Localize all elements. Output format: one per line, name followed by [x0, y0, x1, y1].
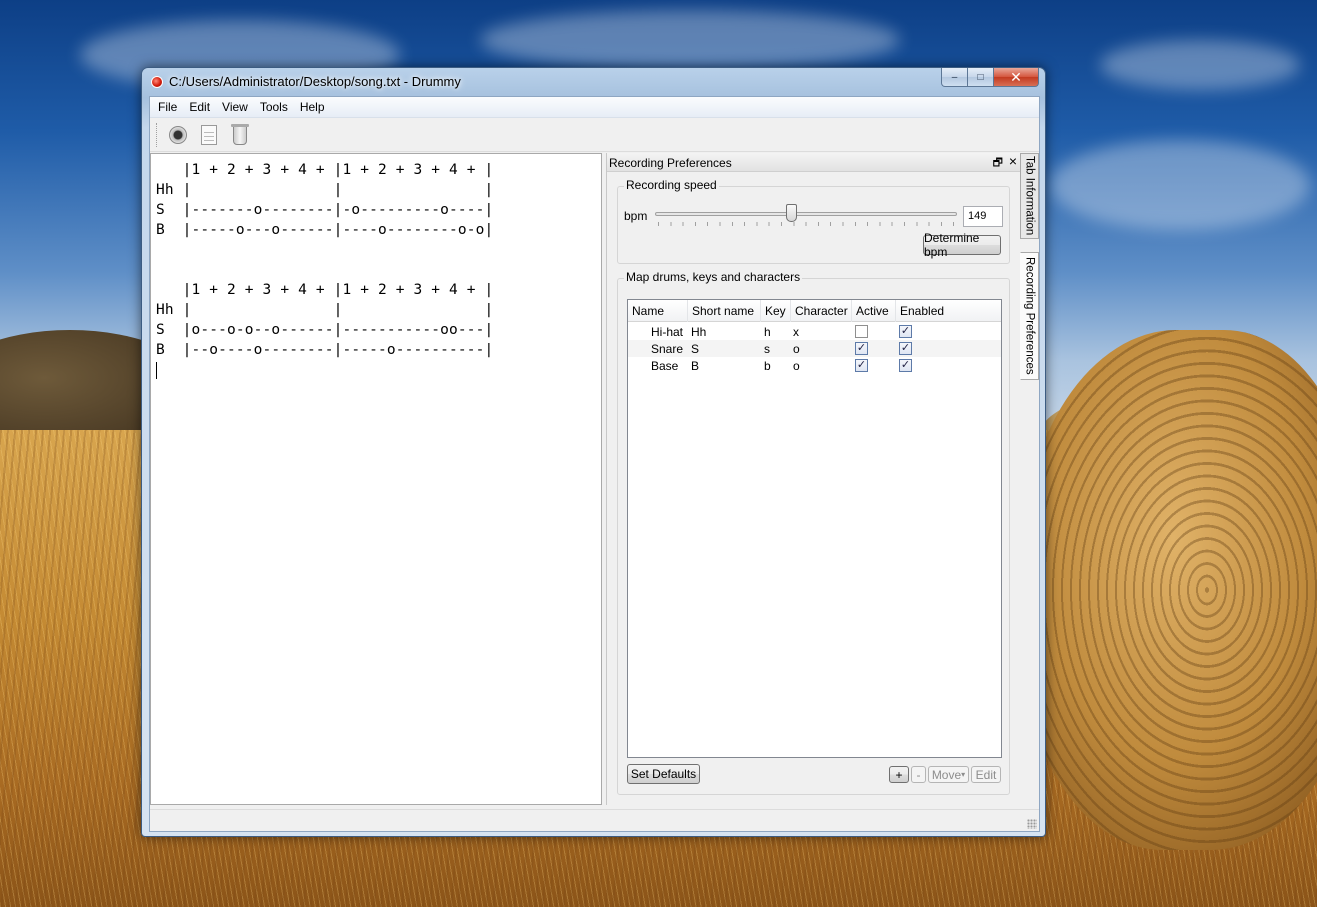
record-button[interactable]	[165, 122, 191, 148]
bpm-input[interactable]: 149	[963, 206, 1003, 227]
group-label: Recording speed	[624, 178, 719, 192]
tab-editor[interactable]: |1 + 2 + 3 + 4 + |1 + 2 + 3 + 4 + | Hh |…	[150, 153, 602, 805]
minimize-button[interactable]: –	[941, 68, 968, 87]
column-header[interactable]: Name	[628, 300, 688, 322]
dock-title: Recording Preferences	[609, 156, 732, 170]
active-checkbox[interactable]: ✓	[855, 359, 868, 372]
dock-close-icon[interactable]: ×	[1009, 153, 1017, 169]
cell-character: o	[793, 342, 800, 356]
set-defaults-button[interactable]: Set Defaults	[627, 764, 700, 784]
column-header[interactable]: Enabled	[896, 300, 1001, 322]
cell-character: o	[793, 359, 800, 373]
menu-edit[interactable]: Edit	[183, 98, 216, 116]
hay-bale	[1020, 330, 1317, 850]
bpm-slider-track[interactable]	[655, 212, 957, 216]
trash-icon	[231, 124, 249, 145]
column-header[interactable]: Key	[761, 300, 791, 322]
dock-title-bar[interactable]: Recording Preferences 🗗 ×	[607, 153, 1021, 172]
group-label: Map drums, keys and characters	[624, 270, 803, 284]
editor-line: Hh | | |	[156, 302, 494, 318]
move-button[interactable]: Move ▾	[928, 766, 969, 783]
table-header: Name Short name Key Character Active Ena…	[628, 300, 1001, 322]
active-checkbox[interactable]: ✓	[855, 342, 868, 355]
remove-row-button[interactable]: -	[911, 766, 926, 783]
app-icon[interactable]	[151, 76, 163, 88]
recording-preferences-dock: Recording Preferences 🗗 × Recording spee…	[606, 153, 1021, 805]
document-icon	[201, 125, 217, 145]
table-row[interactable]: Base B b o ✓ ✓	[628, 357, 1001, 374]
close-button[interactable]: ✕	[994, 68, 1039, 87]
size-grip[interactable]	[1027, 819, 1037, 829]
delete-button[interactable]	[227, 122, 253, 148]
editor-line: S |-------o--------|-o---------o----|	[156, 202, 494, 218]
cell-short-name: S	[691, 342, 700, 356]
text-caret	[156, 361, 157, 379]
editor-line: |1 + 2 + 3 + 4 + |1 + 2 + 3 + 4 + |	[156, 162, 494, 178]
menu-file[interactable]: File	[152, 98, 183, 116]
title-bar[interactable]: C:/Users/Administrator/Desktop/song.txt …	[142, 68, 1045, 95]
editor-line: B |-----o---o------|----o--------o-o|	[156, 222, 494, 238]
column-header[interactable]: Short name	[688, 300, 761, 322]
enabled-checkbox[interactable]: ✓	[899, 342, 912, 355]
bpm-label: bpm	[624, 209, 648, 223]
cell-character: x	[793, 325, 799, 339]
cloud	[1050, 140, 1310, 230]
cell-short-name: Hh	[691, 325, 707, 339]
window-controls: – □ ✕	[941, 68, 1039, 88]
maximize-button[interactable]: □	[968, 68, 994, 87]
cell-key: h	[764, 325, 771, 339]
move-label: Move	[931, 767, 962, 782]
mapping-table[interactable]: Name Short name Key Character Active Ena…	[627, 299, 1002, 758]
document-button[interactable]	[196, 122, 222, 148]
table-row[interactable]: Snare S s o ✓ ✓	[628, 340, 1001, 357]
record-icon	[169, 126, 187, 144]
cloud	[480, 10, 900, 70]
status-bar	[150, 809, 1039, 831]
column-header[interactable]: Character	[791, 300, 852, 322]
enabled-checkbox[interactable]: ✓	[899, 325, 912, 338]
side-tab-bar: Tab Information Recording Preferences	[1020, 153, 1039, 805]
table-row[interactable]: Hi-hat Hh h x ✓	[628, 323, 1001, 340]
menu-view[interactable]: View	[216, 98, 254, 116]
cell-key: b	[764, 359, 771, 373]
cell-key: s	[764, 342, 770, 356]
tab-information[interactable]: Tab Information	[1020, 153, 1039, 239]
menu-tools[interactable]: Tools	[254, 98, 294, 116]
app-window: C:/Users/Administrator/Desktop/song.txt …	[141, 67, 1046, 837]
cell-name: Hi-hat	[651, 325, 684, 339]
editor-line: |1 + 2 + 3 + 4 + |1 + 2 + 3 + 4 + |	[156, 282, 494, 298]
add-row-button[interactable]: +	[889, 766, 909, 783]
column-header[interactable]: Active	[852, 300, 896, 322]
mapping-group: Map drums, keys and characters Name Shor…	[617, 270, 1010, 795]
toolbar	[150, 119, 1039, 152]
editor-line: B |--o----o--------|-----o----------|	[156, 342, 494, 358]
bpm-slider-ticks	[658, 222, 954, 226]
active-checkbox[interactable]	[855, 325, 868, 338]
cloud	[1100, 40, 1300, 90]
editor-cursor-line	[156, 360, 601, 380]
menu-help[interactable]: Help	[294, 98, 331, 116]
edit-button[interactable]: Edit	[971, 766, 1001, 783]
cell-name: Base	[651, 359, 679, 373]
dock-float-icon[interactable]: 🗗	[993, 154, 1003, 173]
tab-recording-preferences[interactable]: Recording Preferences	[1020, 252, 1039, 380]
enabled-checkbox[interactable]: ✓	[899, 359, 912, 372]
cell-name: Snare	[651, 342, 684, 356]
window-title: C:/Users/Administrator/Desktop/song.txt …	[169, 74, 461, 89]
editor-line: S |o---o-o--o------|-----------oo---|	[156, 322, 494, 338]
cell-short-name: B	[691, 359, 700, 373]
client-area: File Edit View Tools Help |1 + 2 + 3 + 4…	[149, 96, 1040, 832]
menu-bar: File Edit View Tools Help	[150, 97, 1039, 118]
determine-bpm-button[interactable]: Determine bpm	[923, 231, 1001, 259]
toolbar-grip[interactable]	[156, 123, 159, 147]
recording-speed-group: Recording speed bpm 149 Determine bpm	[617, 178, 1010, 264]
bpm-slider-thumb[interactable]	[785, 204, 797, 222]
editor-line: Hh | | |	[156, 182, 494, 198]
chevron-down-icon: ▾	[961, 770, 966, 779]
